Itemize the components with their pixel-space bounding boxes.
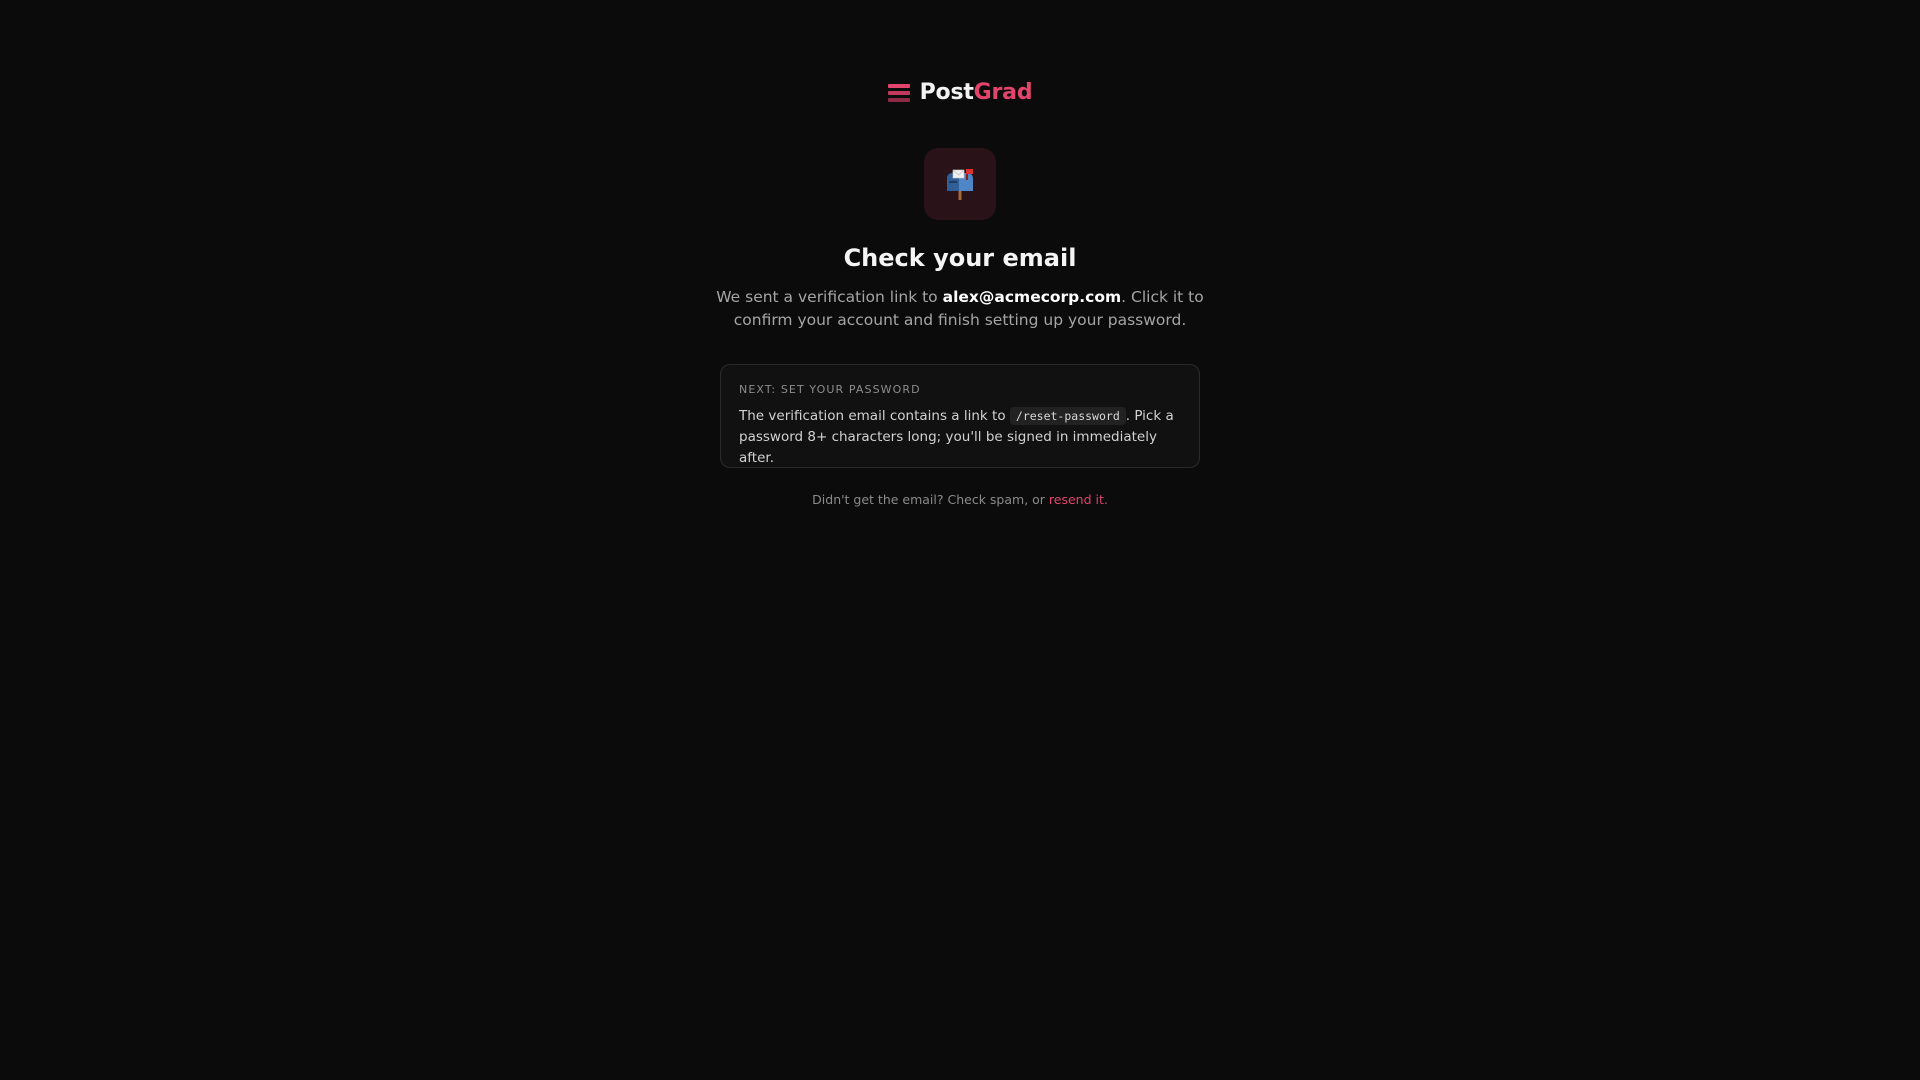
stacked-bars-logo-icon [887,83,910,102]
brand-name-part-1: Post [919,80,974,105]
brand-header: PostGrad [0,80,1920,105]
next-step-body-prefix: The verification email contains a link t… [739,408,1010,424]
resend-link[interactable]: resend it. [1049,492,1108,507]
verification-description: We sent a verification link to alex@acme… [710,286,1210,332]
brand-name-part-2: Grad [973,80,1033,105]
resend-note: Didn't get the email? Check spam, or res… [0,492,1920,507]
mailbox-icon-tile [924,148,996,220]
mailbox-icon [947,169,973,200]
verify-email-page: PostGrad Check your email We sent a veri… [0,0,1920,1080]
description-prefix: We sent a verification link to [716,288,943,306]
reset-password-path: /reset-password [1009,407,1126,425]
brand-name: PostGrad [920,80,1033,105]
next-step-body: The verification email contains a link t… [739,406,1181,469]
page-title: Check your email [843,244,1077,272]
next-step-card: NEXT: SET YOUR PASSWORD The verification… [720,364,1200,468]
recipient-email: alex@acmecorp.com [942,288,1122,306]
next-step-label: NEXT: SET YOUR PASSWORD [739,383,921,396]
resend-note-text: Didn't get the email? Check spam, or [812,492,1049,507]
